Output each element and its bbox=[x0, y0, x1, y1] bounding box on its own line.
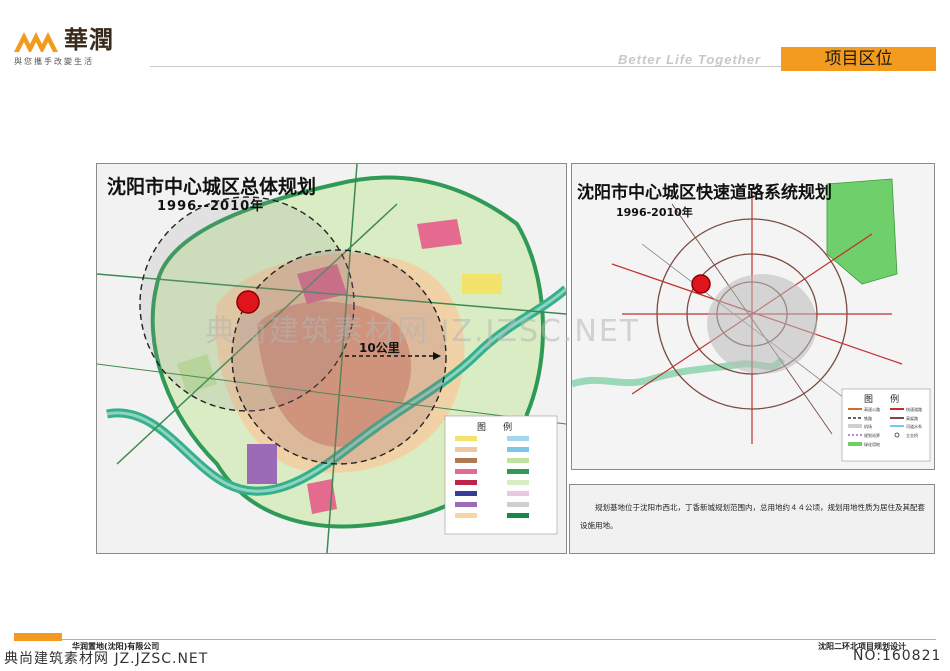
site-description-box: 规划基地位于沈阳市西北，丁香新城规划范围内，总用地约４４公顷，规划用地性质为居住… bbox=[569, 484, 935, 554]
section-title: 项目区位 bbox=[824, 49, 893, 69]
logo-mark-icon bbox=[14, 32, 58, 52]
expressway-legend-title: 图 例 bbox=[864, 395, 900, 405]
legend-label-waterway: 河道水系 bbox=[906, 424, 922, 429]
master-plan-years: 1996--2010年 bbox=[157, 199, 265, 214]
master-plan-map-graphic bbox=[97, 164, 566, 553]
legend-label-highway: 高速公路 bbox=[864, 407, 880, 412]
legend-label-expressway: 快速道路 bbox=[906, 407, 922, 412]
legend-label-green-land: 绿化用地 bbox=[864, 442, 880, 447]
master-plan-legend-title: 图 例 bbox=[477, 423, 513, 433]
expressway-plan-years: 1996-2010年 bbox=[616, 206, 693, 219]
footer-accent-tab bbox=[14, 633, 62, 641]
watermark-bottom-right: NO:160821 bbox=[853, 648, 942, 664]
tagline: Better Life Together bbox=[618, 52, 762, 67]
legend-label-interchange: 立交桥 bbox=[906, 433, 918, 438]
section-title-box: 项目区位 bbox=[781, 47, 936, 71]
footer-divider bbox=[14, 639, 936, 640]
logo-name: 華潤 bbox=[64, 25, 114, 54]
legend-label-railway: 铁路 bbox=[864, 416, 872, 421]
legend-label-boundary: 规划站界 bbox=[864, 433, 880, 438]
legend-label-elevated-road: 高架路 bbox=[906, 416, 918, 421]
site-description: 规划基地位于沈阳市西北，丁香新城规划范围内，总用地约４４公顷，规划用地性质为居住… bbox=[580, 503, 925, 530]
watermark-bottom-left: 典尚建筑素材网 JZ.JZSC.NET bbox=[4, 651, 209, 667]
legend-label-airport: 机场 bbox=[864, 424, 872, 429]
watermark-center: 典尚建筑素材网 JZ.JZSC.NET bbox=[205, 314, 641, 349]
expressway-plan-title: 沈阳市中心城区快速道路系统规划 bbox=[577, 183, 832, 203]
master-plan-map: 沈阳市中心城区总体规划 1996--2010年 10公里 图 例 bbox=[96, 163, 567, 554]
logo-slogan: 與您攜手改變生活 bbox=[14, 57, 94, 66]
